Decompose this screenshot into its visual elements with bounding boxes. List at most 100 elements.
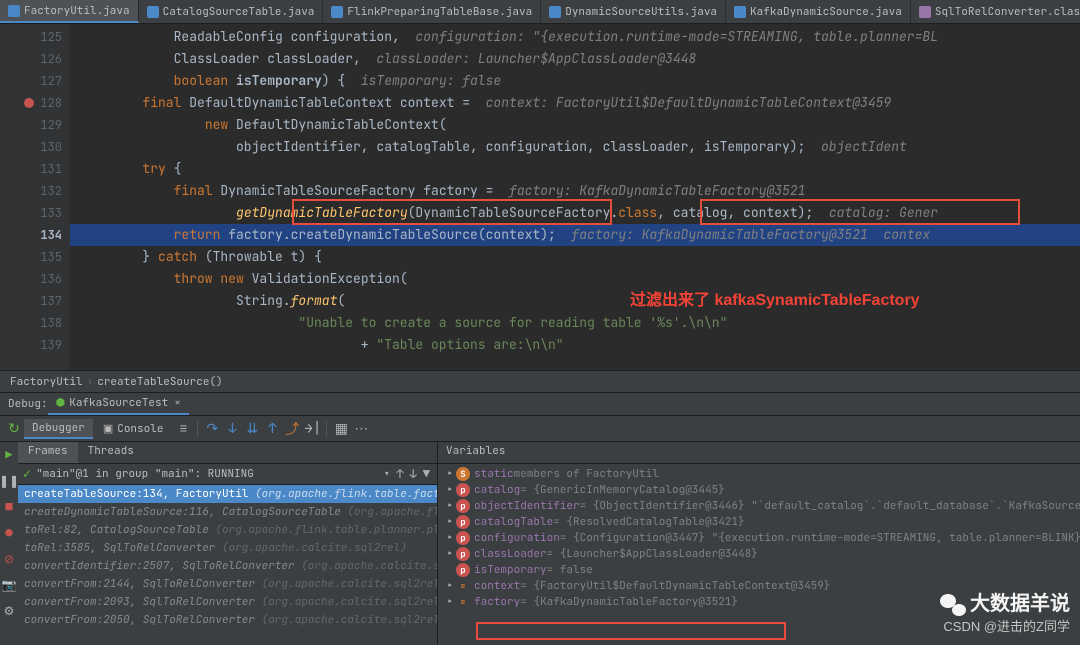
line-number[interactable]: 127 (0, 70, 62, 92)
line-number[interactable]: 129 (0, 114, 62, 136)
line-number[interactable]: 131 (0, 158, 62, 180)
variables-header: Variables (438, 442, 1080, 464)
line-number[interactable]: 128 (0, 92, 62, 114)
expand-icon[interactable]: ▸ (444, 483, 456, 497)
drop-frame-icon[interactable]: ⤴ (284, 419, 300, 439)
code-line[interactable]: getDynamicTableFactory(DynamicTableSourc… (70, 202, 1080, 224)
expand-icon[interactable]: ▸ (444, 595, 456, 609)
dropdown-icon[interactable]: ▾ (383, 466, 390, 482)
more-tabs-icon[interactable]: ≡ (175, 420, 191, 438)
stack-frame[interactable]: convertIdentifier:2507, SqlToRelConverte… (18, 557, 437, 575)
stack-frame[interactable]: toRel:82, CatalogSourceTable (org.apache… (18, 521, 437, 539)
line-number[interactable]: 136 (0, 268, 62, 290)
line-number[interactable]: 135 (0, 246, 62, 268)
code-line[interactable]: final DefaultDynamicTableContext context… (70, 92, 1080, 114)
line-number[interactable]: 137 (0, 290, 62, 312)
code-line[interactable]: try { (70, 158, 1080, 180)
next-frame-icon[interactable]: ↓ (410, 466, 417, 482)
code-line[interactable]: ClassLoader classLoader, classLoader: La… (70, 48, 1080, 70)
variable-row[interactable]: ▸pcatalog = {GenericInMemoryCatalog@3445… (442, 482, 1080, 498)
param-icon: p (456, 499, 470, 513)
stack-frame[interactable]: createTableSource:134, FactoryUtil (org.… (18, 485, 437, 503)
stack-frame[interactable]: convertFrom:2093, SqlToRelConverter (org… (18, 593, 437, 611)
stack-frame[interactable]: createDynamicTableSource:116, CatalogSou… (18, 503, 437, 521)
line-number[interactable]: 138 (0, 312, 62, 334)
rerun-icon[interactable]: ↻ (6, 420, 22, 438)
console-tab[interactable]: ▣ Console (95, 420, 172, 438)
settings-icon[interactable]: ⚙ (0, 602, 18, 620)
line-number[interactable]: 139 (0, 334, 62, 356)
code-line[interactable]: String.format( (70, 290, 1080, 312)
view-breakpoints-icon[interactable]: ● (0, 524, 18, 542)
code-line[interactable]: return factory.createDynamicTableSource(… (70, 224, 1080, 246)
expand-icon[interactable]: ▸ (444, 499, 456, 513)
expand-icon[interactable]: ▸ (444, 467, 456, 481)
breadcrumb: FactoryUtil › createTableSource() (0, 370, 1080, 392)
variable-row[interactable]: pisTemporary = false (442, 562, 1080, 578)
code-line[interactable]: new DefaultDynamicTableContext( (70, 114, 1080, 136)
debugger-tab[interactable]: Debugger (24, 419, 93, 439)
stop-icon[interactable]: ■ (0, 498, 18, 516)
close-icon[interactable]: × (174, 396, 181, 410)
tab-factoryutil-java[interactable]: FactoryUtil.java (0, 0, 139, 23)
frames-tab[interactable]: Frames (18, 442, 78, 463)
step-over-icon[interactable]: ↷ (204, 420, 220, 438)
evaluate-icon[interactable]: ▦ (333, 420, 349, 438)
stack-frame[interactable]: convertFrom:2144, SqlToRelConverter (org… (18, 575, 437, 593)
line-number[interactable]: 130 (0, 136, 62, 158)
tab-flinkpreparingtablebase-java[interactable]: FlinkPreparingTableBase.java (323, 0, 541, 23)
code-line[interactable]: ReadableConfig configuration, configurat… (70, 26, 1080, 48)
breakpoint-icon[interactable] (24, 98, 34, 108)
code-line[interactable]: } catch (Throwable t) { (70, 246, 1080, 268)
crumb-class[interactable]: FactoryUtil (10, 375, 83, 389)
debug-config-tab[interactable]: ⬢ KafkaSourceTest × (48, 393, 189, 415)
field-icon: ≡ (456, 579, 470, 593)
mute-breakpoints-icon[interactable]: ⊘ (0, 550, 18, 568)
camera-icon[interactable]: 📷 (0, 576, 18, 594)
expand-icon[interactable]: ▸ (444, 547, 456, 561)
code-area[interactable]: ReadableConfig configuration, configurat… (70, 24, 1080, 370)
expand-icon[interactable]: ▸ (444, 531, 456, 545)
tab-catalogsourcetable-java[interactable]: CatalogSourceTable.java (139, 0, 324, 23)
line-number[interactable]: 125 (0, 26, 62, 48)
line-number[interactable]: 133 (0, 202, 62, 224)
code-line[interactable]: throw new ValidationException( (70, 268, 1080, 290)
stack-frame[interactable]: toRel:3585, SqlToRelConverter (org.apach… (18, 539, 437, 557)
java-file-icon (734, 6, 746, 18)
line-number[interactable]: 132 (0, 180, 62, 202)
trace-icon[interactable]: ⋯ (353, 420, 369, 438)
variable-row[interactable]: ▸pclassLoader = {Launcher$AppClassLoader… (442, 546, 1080, 562)
pause-icon[interactable]: ❚❚ (0, 472, 18, 490)
thread-selector[interactable]: ✓ "main"@1 in group "main": RUNNING ▾ ↑ … (18, 464, 437, 485)
threads-tab[interactable]: Threads (78, 442, 144, 463)
line-number[interactable]: 134 (0, 224, 62, 246)
expand-icon[interactable]: ▸ (444, 515, 456, 529)
expand-icon[interactable]: ▸ (444, 579, 456, 593)
code-line[interactable]: objectIdentifier, catalogTable, configur… (70, 136, 1080, 158)
crumb-sep: › (87, 375, 94, 389)
step-out-icon[interactable]: ↑ (264, 420, 280, 438)
force-step-into-icon[interactable]: ⇊ (244, 420, 260, 438)
code-line[interactable]: "Unable to create a source for reading t… (70, 312, 1080, 334)
prev-frame-icon[interactable]: ↑ (396, 466, 403, 482)
code-line[interactable]: final DynamicTableSourceFactory factory … (70, 180, 1080, 202)
param-icon: p (456, 515, 470, 529)
variable-row[interactable]: ▸pcatalogTable = {ResolvedCatalogTable@3… (442, 514, 1080, 530)
debug-config-name: KafkaSourceTest (69, 396, 168, 410)
tab-dynamicsourceutils-java[interactable]: DynamicSourceUtils.java (541, 0, 726, 23)
variable-row[interactable]: ▸pobjectIdentifier = {ObjectIdentifier@3… (442, 498, 1080, 514)
filter-icon[interactable]: ▼ (423, 466, 430, 482)
stack-frame[interactable]: convertFrom:2050, SqlToRelConverter (org… (18, 611, 437, 629)
variable-row[interactable]: ▸Sstatic members of FactoryUtil (442, 466, 1080, 482)
tab-sqltorelconverter-class[interactable]: SqlToRelConverter.class (911, 0, 1080, 23)
crumb-method[interactable]: createTableSource() (97, 375, 222, 389)
run-to-cursor-icon[interactable]: →| (304, 420, 320, 438)
step-into-icon[interactable]: ↓ (224, 420, 240, 438)
code-line[interactable]: boolean isTemporary) { isTemporary: fals… (70, 70, 1080, 92)
tab-kafkadynamicsource-java[interactable]: KafkaDynamicSource.java (726, 0, 911, 23)
code-line[interactable]: + "Table options are:\n\n" (70, 334, 1080, 356)
line-number[interactable]: 126 (0, 48, 62, 70)
variable-row[interactable]: ▸pconfiguration = {Configuration@3447} "… (442, 530, 1080, 546)
debug-toolbar: ↻ Debugger ▣ Console ≡ ↷ ↓ ⇊ ↑ ⤴ →| ▦ ⋯ (0, 416, 1080, 442)
resume-icon[interactable]: ▶ (0, 446, 18, 464)
